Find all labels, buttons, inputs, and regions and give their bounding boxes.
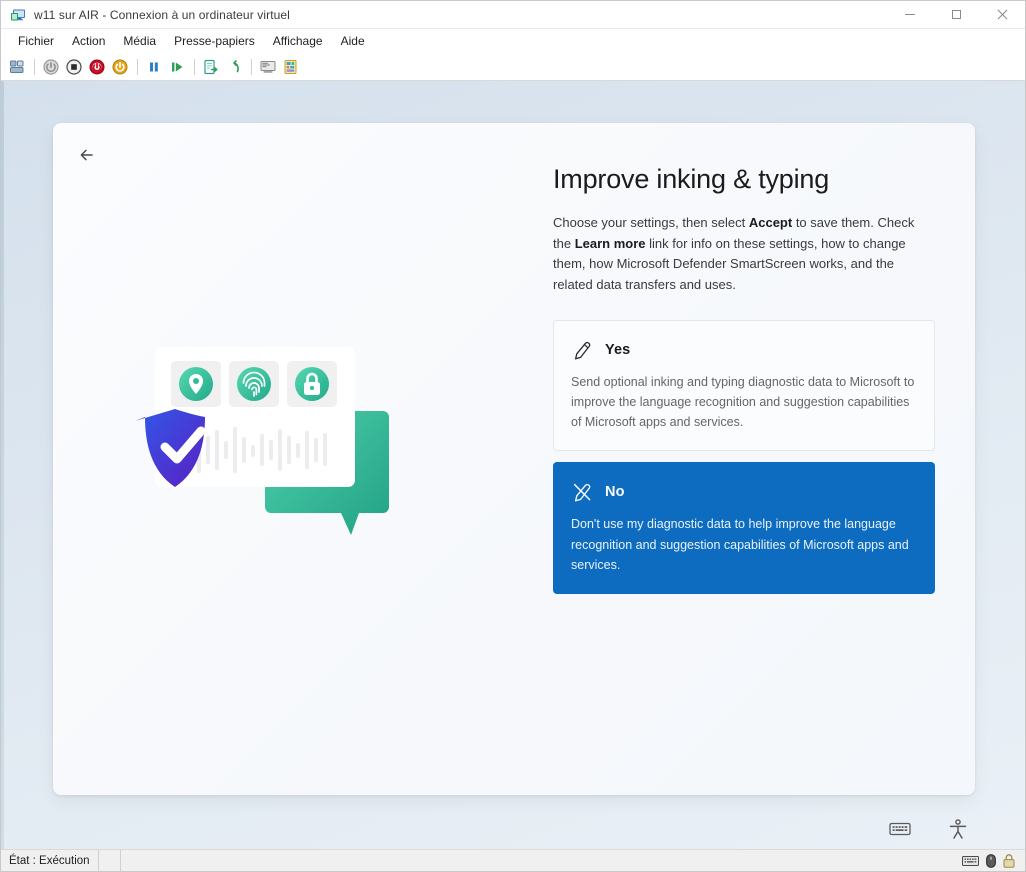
status-extra-cell bbox=[99, 850, 121, 871]
pen-icon bbox=[574, 341, 591, 359]
toolbar-separator bbox=[251, 58, 252, 75]
keyboard-indicator-icon bbox=[962, 855, 979, 866]
menu-item-action[interactable]: Action bbox=[63, 31, 114, 51]
status-state: État : Exécution bbox=[1, 850, 99, 871]
menu-item-media[interactable]: Média bbox=[114, 31, 165, 51]
viewport-left-edge bbox=[1, 81, 4, 849]
shutdown-icon bbox=[66, 58, 82, 75]
option-yes-header: Yes bbox=[571, 339, 916, 361]
toolbar-checkpoint-button[interactable] bbox=[200, 56, 222, 78]
option-no-label: No bbox=[605, 484, 625, 501]
vm-viewport[interactable]: Improve inking & typing Choose your sett… bbox=[1, 81, 1025, 849]
window-title: w11 sur AIR - Connexion à un ordinateur … bbox=[34, 7, 290, 22]
page-title: Improve inking & typing bbox=[553, 164, 830, 194]
checkpoint-icon bbox=[204, 59, 218, 74]
close-icon bbox=[997, 9, 1008, 20]
pen-off-icon bbox=[573, 484, 591, 502]
turn-off-icon bbox=[89, 59, 105, 74]
back-arrow-icon bbox=[80, 149, 93, 161]
menu-item-fichier[interactable]: Fichier bbox=[9, 31, 63, 51]
back-button[interactable] bbox=[67, 135, 107, 175]
toolbar-resume-button[interactable] bbox=[166, 56, 188, 78]
toolbar-separator bbox=[137, 58, 138, 75]
statusbar: État : Exécution bbox=[1, 849, 1025, 871]
privacy-shield-illustration bbox=[135, 341, 455, 581]
accessibility-button[interactable] bbox=[943, 814, 973, 844]
virtual-machine-icon bbox=[10, 7, 26, 23]
oobe-dialog: Improve inking & typing Choose your sett… bbox=[53, 123, 975, 795]
oobe-bottom-bar bbox=[885, 814, 973, 844]
menubar: Fichier Action Média Presse-papiers Affi… bbox=[1, 29, 1025, 53]
toolbar-separator bbox=[194, 58, 195, 75]
desc-bold-learn-more: Learn more bbox=[574, 235, 646, 251]
close-button[interactable] bbox=[979, 1, 1025, 29]
option-card-no[interactable]: No Don't use my diagnostic data to help … bbox=[553, 462, 935, 595]
menu-item-aide[interactable]: Aide bbox=[332, 31, 374, 51]
resume-icon bbox=[172, 62, 183, 71]
toolbar-power-off-button[interactable] bbox=[40, 56, 62, 78]
lock-indicator-icon bbox=[1003, 853, 1015, 868]
status-indicator-group bbox=[962, 853, 1025, 868]
maximize-icon bbox=[951, 10, 961, 19]
vmconnect-window: w11 sur AIR - Connexion à un ordinateur … bbox=[0, 0, 1026, 872]
toolbar-turn-off-button[interactable] bbox=[86, 56, 108, 78]
option-no-header: No bbox=[571, 481, 916, 503]
keyboard-icon bbox=[889, 822, 911, 836]
accessibility-icon bbox=[949, 819, 967, 839]
minimize-button[interactable] bbox=[887, 1, 933, 29]
ctrl-alt-del-icon bbox=[10, 60, 24, 73]
option-yes-description: Send optional inking and typing diagnost… bbox=[571, 374, 915, 430]
desc-bold-accept: Accept bbox=[748, 215, 793, 231]
desc-part1: Choose your settings, then select bbox=[553, 215, 749, 231]
enhanced-session-icon bbox=[260, 60, 276, 73]
settings-icon bbox=[284, 59, 297, 74]
revert-icon bbox=[233, 59, 239, 72]
toolbar-settings-button[interactable] bbox=[280, 56, 302, 78]
pause-icon bbox=[150, 62, 158, 71]
toolbar-separator bbox=[34, 58, 35, 75]
option-yes-label: Yes bbox=[605, 341, 631, 358]
oobe-content: Improve inking & typing Choose your sett… bbox=[553, 163, 935, 605]
maximize-button[interactable] bbox=[933, 1, 979, 29]
titlebar: w11 sur AIR - Connexion à un ordinateur … bbox=[1, 1, 1025, 29]
option-no-description: Don't use my diagnostic data to help imp… bbox=[571, 517, 909, 572]
toolbar-enhanced-session-button[interactable] bbox=[257, 56, 279, 78]
toolbar-revert-button[interactable] bbox=[223, 56, 245, 78]
page-description: Choose your settings, then select Accept… bbox=[553, 213, 935, 295]
menu-item-affichage[interactable]: Affichage bbox=[264, 31, 332, 51]
keyboard-button[interactable] bbox=[885, 814, 915, 844]
toolbar bbox=[1, 53, 1025, 81]
start-icon bbox=[112, 59, 128, 74]
power-off-icon bbox=[43, 58, 59, 75]
option-card-yes[interactable]: Yes Send optional inking and typing diag… bbox=[553, 319, 935, 452]
toolbar-ctrl-alt-del-button[interactable] bbox=[6, 56, 28, 78]
menu-item-presse-papiers[interactable]: Presse-papiers bbox=[165, 31, 264, 51]
mouse-indicator-icon bbox=[986, 853, 996, 868]
toolbar-shutdown-button[interactable] bbox=[63, 56, 85, 78]
toolbar-start-button[interactable] bbox=[109, 56, 131, 78]
toolbar-pause-button[interactable] bbox=[143, 56, 165, 78]
minimize-icon bbox=[905, 14, 915, 15]
